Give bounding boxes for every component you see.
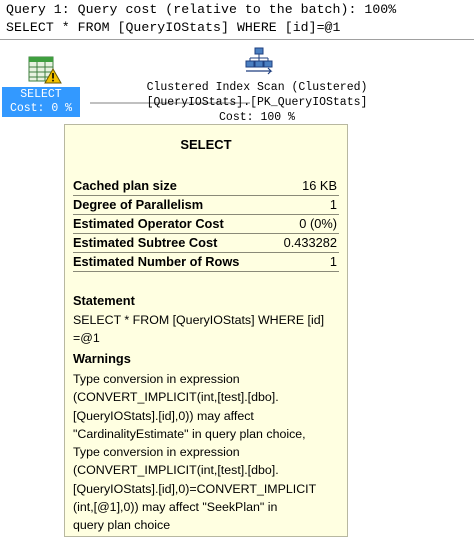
scan-node-object: [QueryIOStats].[PK_QueryIOStats]	[146, 96, 368, 109]
operator-tooltip: SELECT Cached plan size 16 KB Degree of …	[64, 124, 348, 537]
property-value: 16 KB	[302, 178, 337, 193]
property-row-estimated-operator-cost: Estimated Operator Cost 0 (0%)	[73, 214, 339, 234]
property-value: 0.433282	[283, 235, 337, 250]
scan-node-operator: Clustered Index Scan (Clustered)	[146, 81, 368, 94]
scan-node-cost: Cost: 100 %	[219, 111, 295, 124]
statement-text: SELECT * FROM [QueryIOStats] WHERE [id] …	[73, 313, 325, 346]
property-value: 1	[329, 197, 337, 212]
property-row-degree-of-parallelism: Degree of Parallelism 1	[73, 195, 339, 215]
property-value: 1	[329, 254, 337, 269]
query-header: Query 1: Query cost (relative to the bat…	[0, 0, 474, 40]
clustered-index-scan-icon[interactable]	[244, 46, 274, 76]
property-key: Estimated Subtree Cost	[73, 235, 218, 250]
statement-heading: Statement	[73, 293, 135, 308]
select-node-label[interactable]: SELECT Cost: 0 %	[2, 87, 80, 117]
property-key: Cached plan size	[73, 178, 177, 193]
property-row-estimated-subtree-cost: Estimated Subtree Cost 0.433282	[73, 233, 339, 253]
warnings-heading: Warnings	[73, 351, 131, 366]
property-row-cached-plan-size: Cached plan size 16 KB	[73, 176, 339, 196]
scan-node-label[interactable]: Clustered Index Scan (Clustered) [QueryI…	[132, 80, 382, 125]
header-divider	[0, 39, 474, 40]
query-statement-line: SELECT * FROM [QueryIOStats] WHERE [id]=…	[6, 20, 341, 35]
property-key: Estimated Number of Rows	[73, 254, 240, 269]
select-node-name: SELECT	[20, 88, 62, 101]
property-value: 0 (0%)	[299, 216, 337, 231]
property-row-estimated-number-of-rows: Estimated Number of Rows 1	[73, 252, 339, 272]
property-key: Estimated Operator Cost	[73, 216, 224, 231]
property-key: Degree of Parallelism	[73, 197, 204, 212]
select-node-cost: Cost: 0 %	[9, 102, 73, 115]
tooltip-title: SELECT	[180, 137, 232, 152]
warning-icon	[44, 67, 62, 84]
query-cost-line: Query 1: Query cost (relative to the bat…	[6, 2, 397, 17]
warnings-text: Type conversion in expression (CONVERT_I…	[73, 372, 317, 533]
